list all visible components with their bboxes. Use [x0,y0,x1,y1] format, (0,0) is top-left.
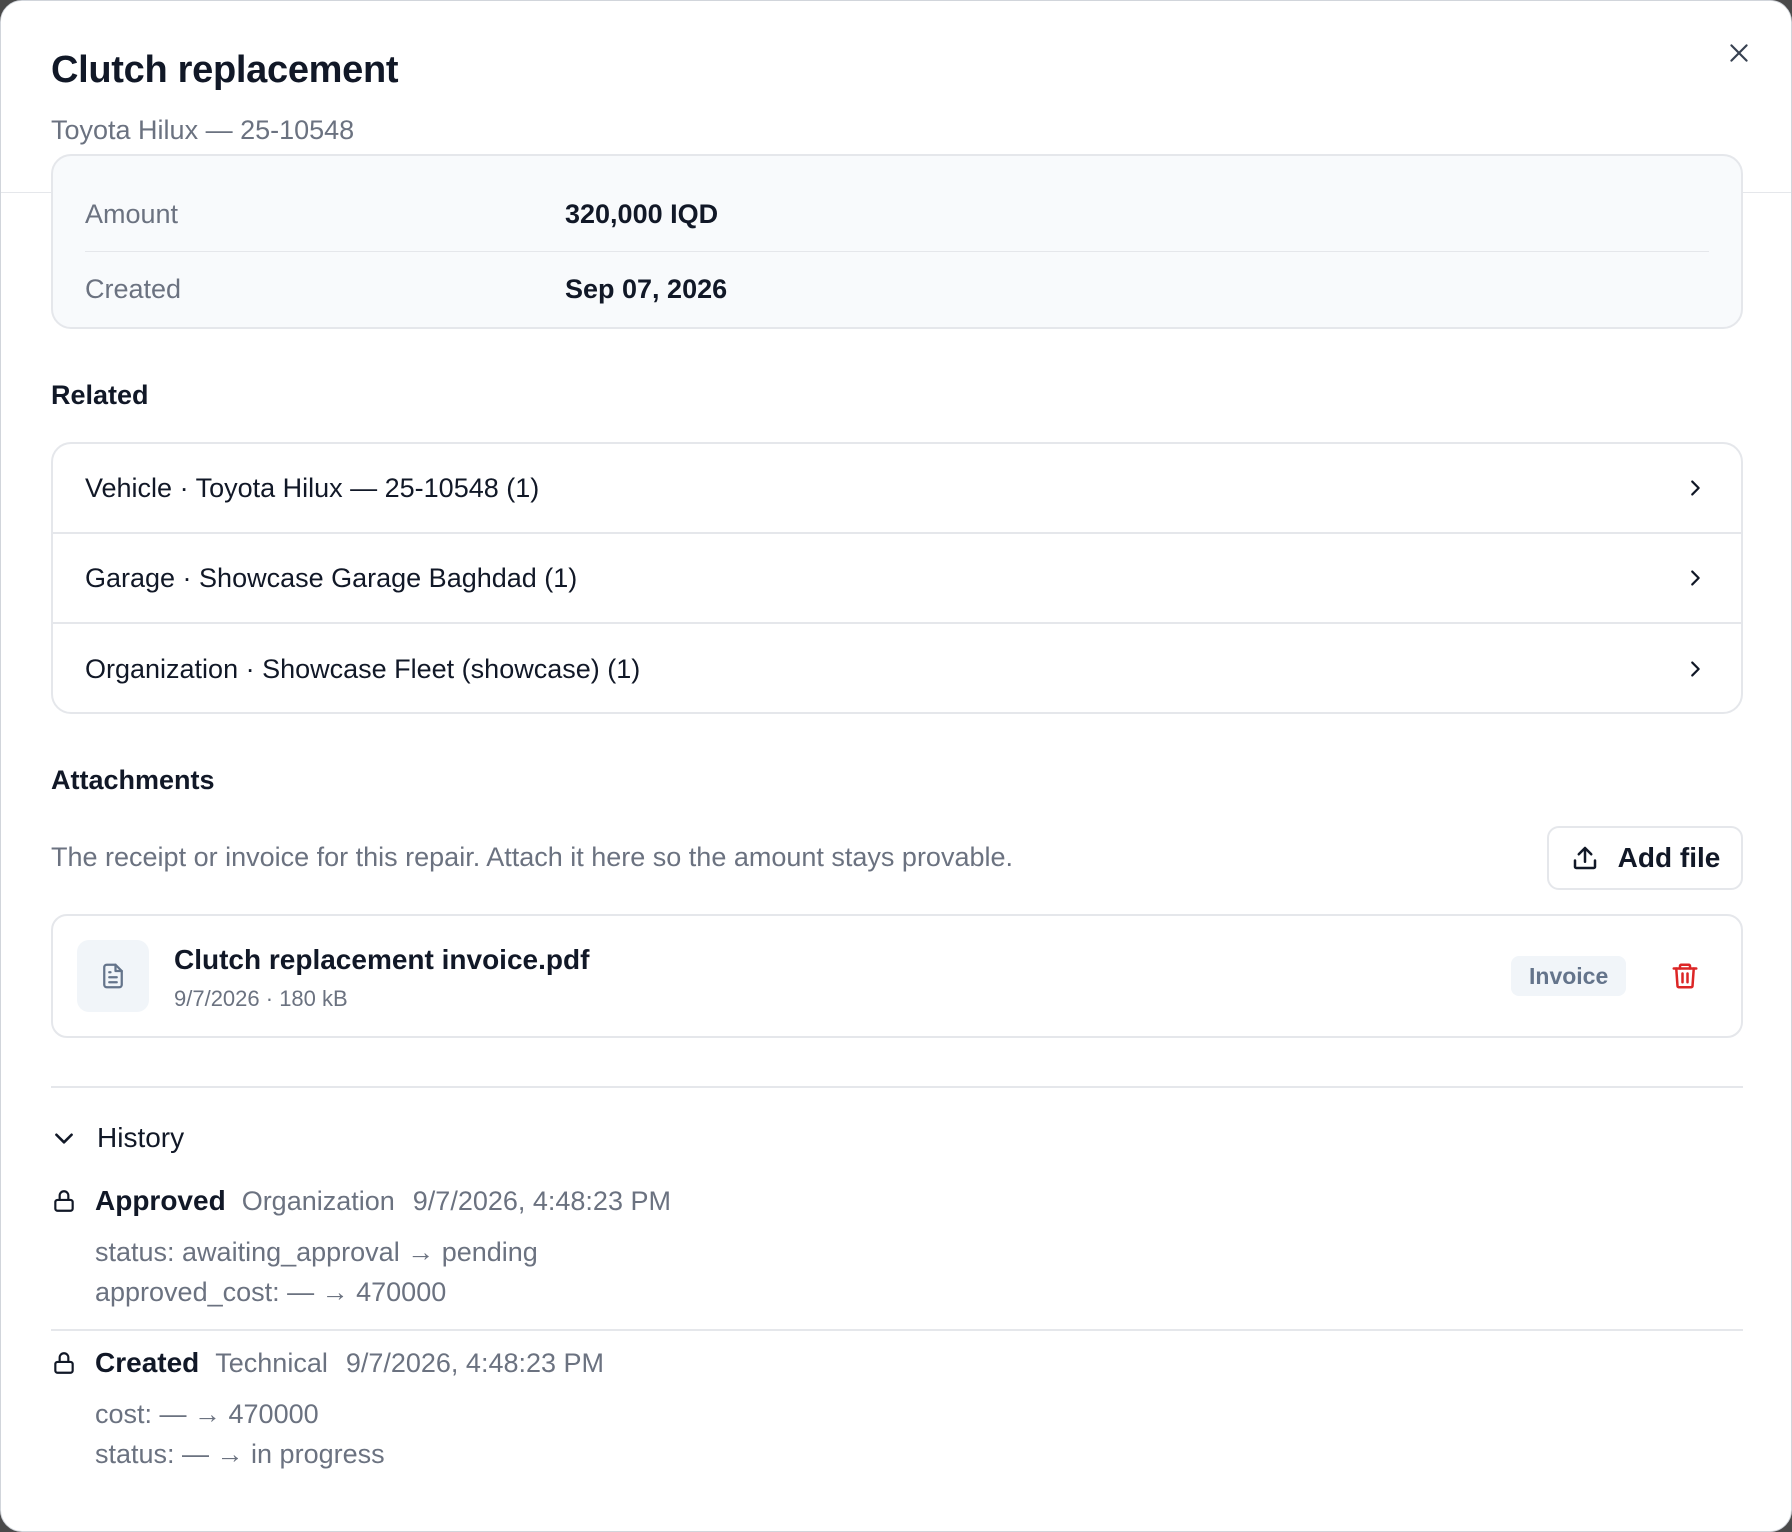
history-entry: Approved Organization 9/7/2026, 4:48:23 … [51,1184,1743,1312]
chevron-down-icon [55,1133,73,1144]
repair-detail-modal: Clutch replacement Toyota Hilux — 25-105… [0,0,1792,1532]
amount-label: Amount [85,199,179,229]
close-button[interactable] [1717,31,1761,75]
trash-icon [1672,963,1698,989]
history-change: approved_cost: — → 470000 [95,1277,447,1307]
attachments-heading: Attachments [51,765,215,795]
created-label: Created [85,273,182,304]
attachment-type-badge: Invoice [1511,956,1627,996]
close-icon [1730,44,1748,62]
details-card: Amount 320,000 IQD Created Sep 07, 2026 [51,154,1743,329]
detail-row-amount: Amount 320,000 IQD [85,178,1709,252]
lock-icon [51,1188,95,1214]
history-entry: Created Technical 9/7/2026, 4:48:23 PM c… [51,1346,1743,1474]
related-list: Vehicle · Toyota Hilux — 25-10548 (1) Ga… [51,442,1743,714]
related-item-label: Vehicle · Toyota Hilux — 25-10548 (1) [85,472,540,503]
history-change: cost: — → 470000 [95,1399,319,1429]
attachment-item: Clutch replacement invoice.pdf 9/7/2026 … [51,914,1743,1038]
related-heading: Related [51,380,149,410]
history-action: Created [95,1347,200,1378]
related-item-label: Organization · Showcase Fleet (showcase)… [85,653,641,684]
file-text-icon [103,963,123,989]
created-value: Sep 07, 2026 [565,273,728,304]
history-time: 9/7/2026, 4:48:23 PM [345,1348,605,1378]
related-item-vehicle[interactable]: Vehicle · Toyota Hilux — 25-10548 (1) [53,444,1741,534]
history-heading: History [97,1122,185,1153]
modal-title: Clutch replacement [51,49,399,91]
history-entry-header: Approved Organization 9/7/2026, 4:48:23 … [51,1184,1743,1224]
modal-body[interactable]: Amount 320,000 IQD Created Sep 07, 2026 … [1,154,1791,1531]
history-toggle[interactable]: History [51,1122,184,1154]
chevron-right-icon [1681,655,1709,683]
history-time: 9/7/2026, 4:48:23 PM [412,1186,671,1216]
attachments-description: The receipt or invoice for this repair. … [51,842,1013,872]
detail-row-created: Created Sep 07, 2026 [85,252,1709,326]
amount-value: 320,000 IQD [565,199,719,229]
modal-subtitle: Toyota Hilux — 25-10548 [51,115,355,145]
related-item-organization[interactable]: Organization · Showcase Fleet (showcase)… [53,624,1741,712]
chevron-right-icon [1681,474,1709,502]
delete-attachment-button[interactable] [1665,956,1705,996]
history-action: Approved [95,1185,226,1216]
chevron-right-icon [1681,564,1709,592]
history-separator [51,1329,1743,1331]
history-change: status: — → in progress [95,1439,385,1469]
related-item-label: Garage · Showcase Garage Baghdad (1) [85,562,578,593]
related-item-garage[interactable]: Garage · Showcase Garage Baghdad (1) [53,534,1741,624]
section-divider [51,1086,1743,1088]
attachment-file-meta: 9/7/2026 · 180 kB [174,986,348,1011]
history-actor: Organization [241,1186,395,1216]
history-actor: Technical [215,1348,328,1378]
attachment-file-name[interactable]: Clutch replacement invoice.pdf [174,944,589,976]
add-file-label: Add file [1617,842,1721,873]
lock-icon [51,1350,95,1376]
add-file-button[interactable]: Add file [1547,826,1743,890]
history-entry-header: Created Technical 9/7/2026, 4:48:23 PM [51,1346,1743,1386]
file-icon-box [77,940,149,1012]
upload-icon [1573,846,1596,870]
history-change: status: awaiting_approval → pending [95,1237,538,1267]
